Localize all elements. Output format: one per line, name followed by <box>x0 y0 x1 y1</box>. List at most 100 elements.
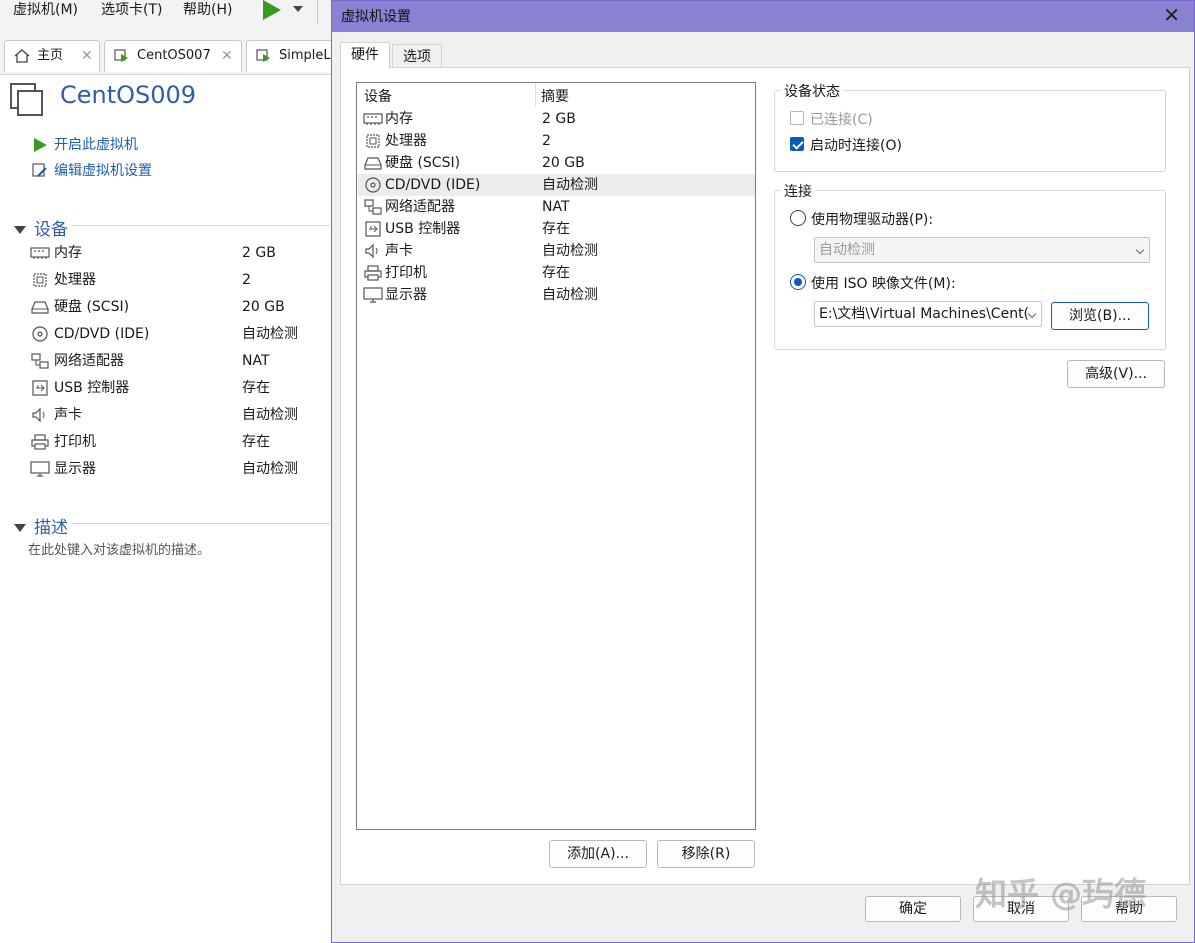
hardware-row[interactable]: 硬盘 (SCSI) 20 GB <box>358 152 755 174</box>
column-separator[interactable] <box>535 83 536 107</box>
hardware-row[interactable]: 显示器 自动检测 <box>358 284 755 306</box>
display-icon <box>363 287 383 303</box>
devices-section-heading[interactable]: 设备 <box>14 215 68 240</box>
close-icon[interactable]: ✕ <box>221 41 233 71</box>
vm-settings-dialog: 虚拟机设置 ✕ 硬件 选项 设备 摘要 内存 2 GB 处理器 2 硬盘 (SCSI) 2… <box>331 0 1195 943</box>
browse-button[interactable]: 浏览(B)... <box>1051 302 1149 330</box>
advanced-button[interactable]: 高级(V)... <box>1067 360 1165 388</box>
hardware-summary: 存在 <box>542 265 570 281</box>
hardware-summary: 自动检测 <box>542 287 598 303</box>
tab-options[interactable]: 选项 <box>392 44 442 68</box>
chevron-down-icon[interactable] <box>293 6 303 12</box>
device-row[interactable]: 打印机 存在 <box>30 430 330 454</box>
device-row[interactable]: 显示器 自动检测 <box>30 457 330 481</box>
edit-settings-label: 编辑虚拟机设置 <box>54 163 152 179</box>
device-name: 网络适配器 <box>54 353 124 369</box>
hardware-panel: 设备 摘要 内存 2 GB 处理器 2 硬盘 (SCSI) 20 GB CD/DVD (ID… <box>340 67 1190 885</box>
column-header-device[interactable]: 设备 <box>364 86 392 106</box>
description-section-heading[interactable]: 描述 <box>14 513 68 538</box>
tab-label: 主页 <box>37 48 64 63</box>
device-summary: 2 GB <box>242 245 276 261</box>
sound-icon <box>365 243 378 259</box>
hardware-row[interactable]: 网络适配器 NAT <box>358 196 755 218</box>
hardware-row[interactable]: USB 控制器 存在 <box>358 218 755 240</box>
device-summary: 存在 <box>242 434 270 450</box>
device-name: 声卡 <box>54 407 82 423</box>
tab-centos007[interactable]: CentOS007 ✕ <box>104 40 242 72</box>
physical-drive-select[interactable]: 自动检测 <box>814 237 1150 263</box>
device-row[interactable]: CD/DVD (IDE) 自动检测 <box>30 322 330 346</box>
chevron-down-icon <box>1135 245 1145 255</box>
cpu-icon <box>366 134 380 148</box>
memory-icon <box>30 247 50 259</box>
hardware-name: USB 控制器 <box>385 221 461 237</box>
device-row[interactable]: 网络适配器 NAT <box>30 349 330 373</box>
vm-icon <box>256 49 270 62</box>
menu-tabs[interactable]: 选项卡(T) <box>101 0 162 20</box>
vm-icon <box>10 83 43 116</box>
column-header-summary[interactable]: 摘要 <box>541 86 569 106</box>
collapse-triangle-icon <box>14 226 26 234</box>
device-name: USB 控制器 <box>54 380 130 396</box>
tab-hardware[interactable]: 硬件 <box>340 42 390 69</box>
iso-image-label: 使用 ISO 映像文件(M): <box>811 276 956 292</box>
hardware-name: 处理器 <box>385 133 427 149</box>
device-row[interactable]: USB 控制器 存在 <box>30 376 330 400</box>
menu-vm[interactable]: 虚拟机(M) <box>13 0 78 20</box>
device-row[interactable]: 硬盘 (SCSI) 20 GB <box>30 295 330 319</box>
device-status-title: 设备状态 <box>781 81 843 101</box>
hardware-name: 内存 <box>385 111 413 127</box>
hardware-summary: 自动检测 <box>542 177 598 193</box>
home-icon <box>14 49 30 63</box>
tab-simplelin[interactable]: SimpleLin <box>246 40 342 72</box>
remove-device-button[interactable]: 移除(R) <box>657 840 755 868</box>
vm-summary-pane: CentOS009 开启此虚拟机 编辑虚拟机设置 设备 内存 2 GB 处理器 2 硬盘… <box>0 74 332 943</box>
ok-button[interactable]: 确定 <box>865 896 961 922</box>
connected-checkbox[interactable] <box>790 111 804 125</box>
hardware-summary: 存在 <box>542 221 570 237</box>
power-on-play-icon[interactable] <box>263 0 281 20</box>
vm-title: CentOS009 <box>60 81 197 109</box>
cd-icon <box>365 177 381 193</box>
toolbar-separator <box>317 0 318 24</box>
close-icon[interactable]: ✕ <box>81 41 93 71</box>
power-on-label: 开启此虚拟机 <box>54 137 138 153</box>
printer-icon <box>31 434 49 450</box>
sound-icon <box>32 407 45 423</box>
device-status-group <box>774 90 1166 172</box>
iso-path-combo[interactable]: E:\文档\Virtual Machines\Cent( <box>814 301 1042 327</box>
tab-home[interactable]: 主页 ✕ <box>4 40 100 72</box>
add-device-button[interactable]: 添加(A)... <box>549 840 647 868</box>
menu-help[interactable]: 帮助(H) <box>183 0 232 20</box>
device-summary: 自动检测 <box>242 407 298 423</box>
hardware-summary: 20 GB <box>542 155 585 171</box>
iso-image-radio[interactable] <box>790 274 806 290</box>
hardware-name: 网络适配器 <box>385 199 455 215</box>
device-name: 打印机 <box>54 434 96 450</box>
physical-drive-value: 自动检测 <box>819 242 875 258</box>
device-row[interactable]: 内存 2 GB <box>30 241 330 265</box>
hardware-device-list[interactable]: 设备 摘要 内存 2 GB 处理器 2 硬盘 (SCSI) 20 GB CD/DVD (ID… <box>356 82 756 830</box>
hardware-row[interactable]: 处理器 2 <box>358 130 755 152</box>
hardware-row[interactable]: 内存 2 GB <box>358 108 755 130</box>
description-placeholder[interactable]: 在此处键入对该虚拟机的描述。 <box>28 539 210 558</box>
close-icon[interactable]: ✕ <box>1163 3 1180 27</box>
device-name: 显示器 <box>54 461 96 477</box>
connect-on-start-checkbox[interactable] <box>790 137 804 151</box>
hardware-row[interactable]: 打印机 存在 <box>358 262 755 284</box>
edit-vm-settings-link[interactable]: 编辑虚拟机设置 <box>32 161 152 181</box>
device-name: 内存 <box>54 245 82 261</box>
power-on-vm-link[interactable]: 开启此虚拟机 <box>34 135 138 155</box>
device-row[interactable]: 处理器 2 <box>30 268 330 292</box>
device-row[interactable]: 声卡 自动检测 <box>30 403 330 427</box>
hardware-name: 硬盘 (SCSI) <box>385 155 461 171</box>
physical-drive-radio[interactable] <box>790 210 806 226</box>
hardware-row[interactable]: CD/DVD (IDE) 自动检测 <box>358 174 755 196</box>
connection-title: 连接 <box>781 181 815 201</box>
connected-label: 已连接(C) <box>810 112 873 128</box>
tab-strip: 主页 ✕ CentOS007 ✕ SimpleLin <box>0 34 342 74</box>
hardware-row[interactable]: 声卡 自动检测 <box>358 240 755 262</box>
vm-icon <box>114 49 128 62</box>
network-icon <box>364 199 382 215</box>
hardware-summary: NAT <box>542 199 570 215</box>
